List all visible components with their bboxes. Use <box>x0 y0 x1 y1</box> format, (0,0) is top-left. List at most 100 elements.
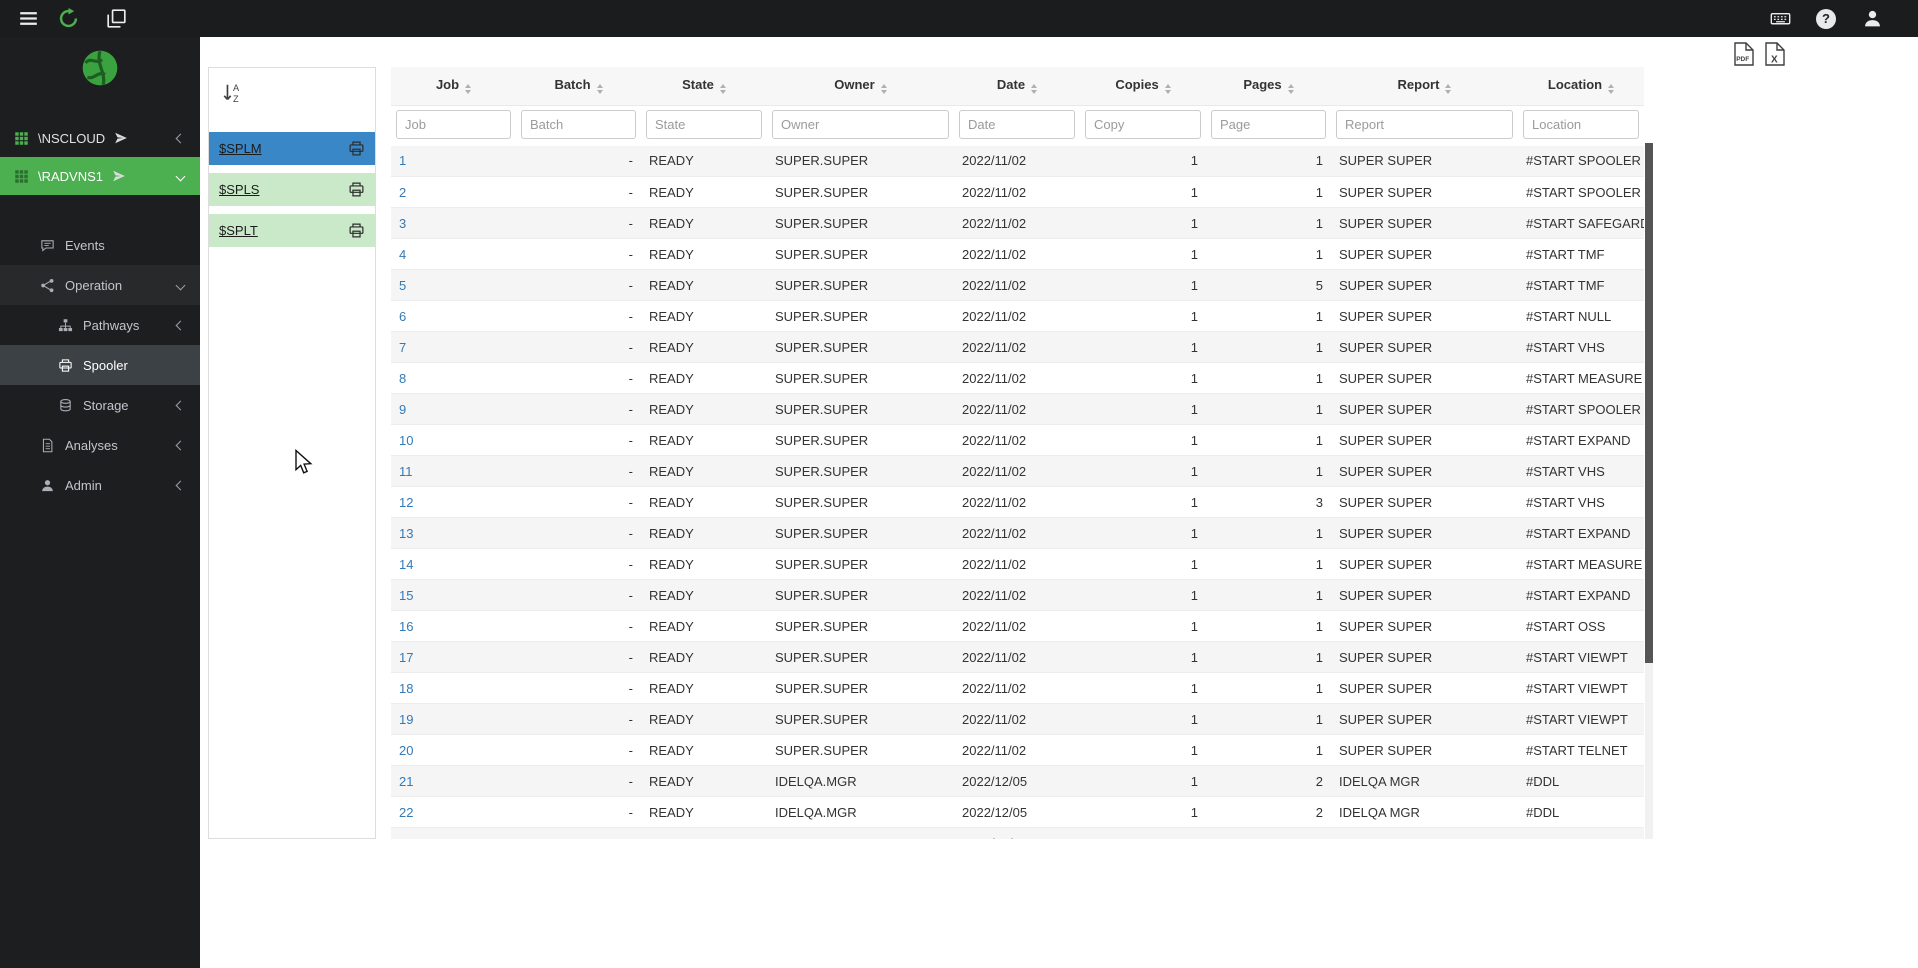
table-row[interactable]: 11- READY SUPER.SUPER 2022/11/02 1 1 SUPER SUP… <box>391 455 1644 487</box>
sidebar-item-pathways[interactable]: Pathways <box>0 305 200 345</box>
job-number-link[interactable]: 19 <box>399 712 413 727</box>
table-row[interactable]: 3- READY SUPER.SUPER 2022/11/02 1 1 SUPER SUPE… <box>391 207 1644 239</box>
job-number-link[interactable]: 9 <box>399 402 406 417</box>
sidebar-item-analyses[interactable]: Analyses <box>0 425 200 465</box>
job-number-link[interactable]: 12 <box>399 495 413 510</box>
column-header-job[interactable]: Job <box>391 67 516 106</box>
job-number-link[interactable]: 4 <box>399 247 406 262</box>
job-number-link[interactable]: 7 <box>399 340 406 355</box>
export-excel-button[interactable]: X <box>1764 42 1786 68</box>
column-header-report[interactable]: Report <box>1331 67 1518 106</box>
table-row[interactable]: 13- READY SUPER.SUPER 2022/11/02 1 1 SUPER SUP… <box>391 517 1644 549</box>
column-header-date[interactable]: Date <box>954 67 1080 106</box>
vertical-scrollbar[interactable] <box>1645 143 1653 839</box>
table-row[interactable]: 1- READY SUPER.SUPER 2022/11/02 1 1 SUPER SUPE… <box>391 145 1644 177</box>
sidebar-item-storage[interactable]: Storage <box>0 385 200 425</box>
spooler-label[interactable]: $SPLT <box>219 223 258 238</box>
share-nodes-icon <box>40 278 55 293</box>
job-number-link[interactable]: 16 <box>399 619 413 634</box>
sidebar-item-admin[interactable]: Admin <box>0 465 200 505</box>
sort-alpha-button[interactable]: A Z <box>219 80 247 108</box>
job-number-link[interactable]: 14 <box>399 557 413 572</box>
filter-input-batch[interactable] <box>521 109 636 139</box>
table-row[interactable]: 7- READY SUPER.SUPER 2022/11/02 1 1 SUPER SUPE… <box>391 331 1644 363</box>
filter-input-date[interactable] <box>959 109 1075 139</box>
table-row[interactable]: 19- READY SUPER.SUPER 2022/11/02 1 1 SUPER SUP… <box>391 703 1644 735</box>
job-number-link[interactable]: 8 <box>399 371 406 386</box>
table-row[interactable]: 14- READY SUPER.SUPER 2022/11/02 1 1 SUPER SUP… <box>391 548 1644 580</box>
cell-owner: SUPER.SUPER <box>767 300 954 332</box>
job-number-link[interactable]: 20 <box>399 743 413 758</box>
job-number-link[interactable]: 3 <box>399 216 406 231</box>
job-number-link[interactable]: 17 <box>399 650 413 665</box>
job-number-link[interactable]: 18 <box>399 681 413 696</box>
table-row[interactable]: 12 - READY SUPER.SUPER 2022/11/02 1 3 SUPER SUP… <box>391 486 1644 518</box>
table-row[interactable]: 9- READY SUPER.SUPER 2022/11/02 1 1 SUPER SUPE… <box>391 393 1644 425</box>
job-number-link[interactable]: 2 <box>399 185 406 200</box>
sidebar-system-nscloud[interactable]: \NSCLOUD <box>0 119 200 157</box>
filter-input-pages[interactable] <box>1211 109 1326 139</box>
table-row[interactable]: 8- READY SUPER.SUPER 2022/11/02 1 1 SUPER SUPE… <box>391 362 1644 394</box>
sidebar-item-operation[interactable]: Operation <box>0 265 200 305</box>
export-pdf-button[interactable]: PDF <box>1733 42 1755 68</box>
keyboard-icon[interactable] <box>1764 0 1796 37</box>
filter-input-owner[interactable] <box>772 109 949 139</box>
cell-report: SUPER SUPER <box>1331 548 1518 580</box>
table-row[interactable]: 15- READY SUPER.SUPER 2022/11/02 1 1 SUPER SUP… <box>391 579 1644 611</box>
column-header-state[interactable]: State <box>641 67 767 106</box>
table-row[interactable]: 2- READY SUPER.SUPER 2022/11/02 1 1 SUPER SUPE… <box>391 176 1644 208</box>
job-number-link[interactable]: 10 <box>399 433 413 448</box>
table-row[interactable]: 17- READY SUPER.SUPER 2022/11/02 1 1 SUPER SUP… <box>391 641 1644 673</box>
filter-input-state[interactable] <box>646 109 762 139</box>
menu-label: Storage <box>83 397 129 413</box>
column-header-copies[interactable]: Copies <box>1080 67 1206 106</box>
job-number-link[interactable]: 13 <box>399 526 413 541</box>
spooler-item-splm[interactable]: $SPLM <box>209 131 375 165</box>
job-number-link[interactable]: 23 <box>399 836 413 840</box>
cell-owner: SUPER.SUPER <box>767 207 954 239</box>
job-number-link[interactable]: 21 <box>399 774 413 789</box>
cell-copies: 1 <box>1080 455 1206 487</box>
column-header-pages[interactable]: Pages <box>1206 67 1331 106</box>
table-row[interactable]: 18- READY SUPER.SUPER 2022/11/02 1 1 SUPER SUP… <box>391 672 1644 704</box>
cell-copies: 1 <box>1080 362 1206 394</box>
job-number-link[interactable]: 1 <box>399 153 406 168</box>
sidebar-item-spooler[interactable]: Spooler <box>0 345 200 385</box>
job-number-link[interactable]: 15 <box>399 588 413 603</box>
table-row[interactable]: 20- READY SUPER.SUPER 2022/11/02 1 1 SUPER SUP… <box>391 734 1644 766</box>
table-row[interactable]: 6- READY SUPER.SUPER 2022/11/02 1 1 SUPER SUPE… <box>391 300 1644 332</box>
column-header-batch[interactable]: Batch <box>516 67 641 106</box>
table-row[interactable]: 16- READY SUPER.SUPER 2022/11/02 1 1 SUPER SUP… <box>391 610 1644 642</box>
table-row[interactable]: 21 - READY IDELQA.MGR 2022/12/05 1 2 IDELQA MGR… <box>391 765 1644 797</box>
help-icon[interactable]: ? <box>1810 0 1842 37</box>
sidebar-system-radvns1[interactable]: \RADVNS1 <box>0 157 200 195</box>
table-row[interactable]: 22 - READY IDELQA.MGR 2022/12/05 1 2 IDELQA MGR… <box>391 796 1644 828</box>
filter-input-copies[interactable] <box>1085 109 1201 139</box>
table-row[interactable]: 5- READY SUPER.SUPER 2022/11/02 1 5 SUPER SUPE… <box>391 269 1644 301</box>
sidebar-item-events[interactable]: Events <box>0 225 200 265</box>
cell-date: 2022/11/02 <box>954 362 1080 394</box>
grid-icon <box>14 131 29 146</box>
filter-input-location[interactable] <box>1523 109 1639 139</box>
table-row[interactable]: 4- READY SUPER.SUPER 2022/11/02 1 1 SUPER SUPE… <box>391 238 1644 270</box>
cell-report: SUPER SUPER <box>1331 703 1518 735</box>
column-header-location[interactable]: Location <box>1518 67 1644 106</box>
windows-copy-icon[interactable] <box>100 0 132 37</box>
table-row[interactable]: 10- READY SUPER.SUPER 2022/11/02 1 1 SUPER SUP… <box>391 424 1644 456</box>
spooler-label[interactable]: $SPLS <box>219 182 259 197</box>
job-number-link[interactable]: 22 <box>399 805 413 820</box>
scrollbar-thumb[interactable] <box>1645 143 1653 663</box>
cell-copies: 1 <box>1080 176 1206 208</box>
job-number-link[interactable]: 5 <box>399 278 406 293</box>
column-header-owner[interactable]: Owner <box>767 67 954 106</box>
spooler-label[interactable]: $SPLM <box>219 141 262 156</box>
job-number-link[interactable]: 6 <box>399 309 406 324</box>
spooler-item-splt[interactable]: $SPLT <box>209 213 375 247</box>
job-number-link[interactable]: 11 <box>399 464 413 479</box>
spooler-item-spls[interactable]: $SPLS <box>209 172 375 206</box>
filter-input-job[interactable] <box>396 109 511 139</box>
user-icon[interactable] <box>1856 0 1888 37</box>
menu-icon[interactable] <box>12 0 44 37</box>
filter-input-report[interactable] <box>1336 109 1513 139</box>
table-row[interactable]: 23 -READYIDELQA.MGR2022/12/05112IDELQA MG… <box>391 827 1644 840</box>
